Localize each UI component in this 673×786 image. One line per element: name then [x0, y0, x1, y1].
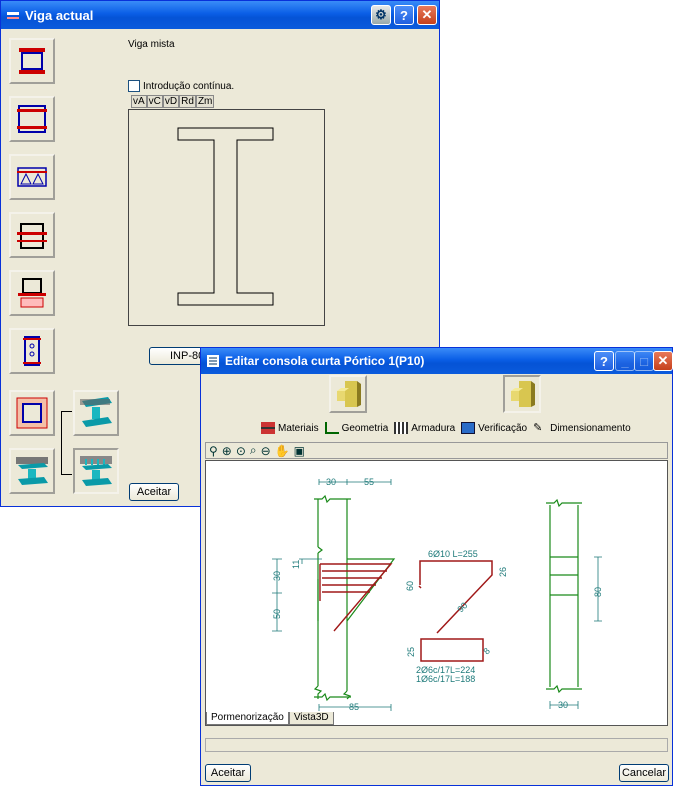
- corbel-detail-drawing: 30 55 11 30 50 85 6Ø10 L=255 26 60 90 25…: [272, 477, 603, 712]
- reinforcement-icon: [394, 422, 409, 434]
- box-section-icon: [17, 105, 47, 133]
- dim-30-left: 30: [272, 571, 282, 581]
- tab-va[interactable]: vA: [131, 95, 147, 108]
- zoom-out-icon[interactable]: ⊖: [261, 444, 271, 458]
- steel-beam-3-button[interactable]: [73, 448, 119, 494]
- tab-pormenorizacao[interactable]: Pormenorização: [206, 712, 289, 725]
- materials-icon: [261, 422, 275, 434]
- view-tabs: Pormenorização Vista3D: [206, 712, 334, 725]
- section-tabs: vA vC vD Rd Zm: [131, 95, 215, 108]
- reinforcement-tool[interactable]: Armadura: [394, 422, 455, 434]
- bracket-connector: [61, 411, 72, 475]
- column-section-icon: [23, 336, 41, 366]
- rect-section-icon: [19, 48, 45, 74]
- toolbar: Materiais Geometria Armadura Verificação…: [261, 422, 637, 434]
- tab-vc[interactable]: vC: [146, 95, 163, 108]
- accept-button-2[interactable]: Aceitar: [205, 764, 251, 782]
- bar-26: 26: [498, 567, 508, 577]
- design-tool[interactable]: ✎ Dimensionamento: [533, 422, 631, 434]
- left-dims: [272, 479, 392, 711]
- pencil-icon: ✎: [533, 422, 543, 434]
- beam-subtitle: Viga mista: [128, 39, 175, 50]
- i-beam-drawing: [177, 127, 274, 306]
- bar-schedule: [418, 560, 493, 662]
- right-dims: [549, 556, 602, 709]
- zoom-all-icon[interactable]: ⊕: [222, 444, 232, 458]
- steel-beam-1-button[interactable]: [73, 390, 119, 436]
- close-button-2[interactable]: ✕: [653, 351, 673, 371]
- checkbox-box[interactable]: [128, 80, 140, 92]
- tab-zm[interactable]: Zm: [195, 95, 215, 108]
- studded-beam-icon: [80, 456, 112, 486]
- masonry-section-icon: [18, 278, 46, 308]
- drawing-area[interactable]: 30 55 11 30 50 85 6Ø10 L=255 26 60 90 25…: [205, 460, 668, 726]
- geometry-icon: [324, 422, 339, 434]
- corbel-3d-icon: [337, 381, 361, 407]
- zoom-toolbar: ⚲ ⊕ ⊙ ⌕ ⊖ ✋ ▣: [205, 442, 668, 459]
- editor-app-icon: [207, 355, 219, 367]
- steel-beam-2-button[interactable]: [9, 448, 55, 494]
- window-title: Viga actual: [25, 7, 94, 23]
- consola-curta-window: Editar consola curta Pórtico 1(P10) ? _ …: [200, 347, 673, 786]
- right-column: [546, 498, 582, 694]
- corbel-3d-alt-icon: [511, 381, 535, 407]
- stirrup-2-label: 1Ø6c/17L=188: [416, 674, 475, 684]
- beam-app-icon: [7, 12, 19, 19]
- minimize-button[interactable]: _: [615, 351, 635, 371]
- dim-30-right: 30: [558, 700, 568, 710]
- tab-vd[interactable]: vD: [162, 95, 180, 108]
- slab-section-icon: [17, 223, 47, 249]
- beam-type-7-button[interactable]: [9, 390, 55, 436]
- dim-50: 50: [272, 609, 282, 619]
- context-help-icon[interactable]: ⚙: [371, 5, 391, 25]
- bar-60: 60: [405, 581, 415, 591]
- bar-main-label: 6Ø10 L=255: [428, 549, 478, 559]
- status-bar: [205, 738, 668, 752]
- beam-type-3-button[interactable]: [9, 154, 55, 200]
- corbel-view-1-button[interactable]: [329, 375, 367, 413]
- triangle-section-icon: [17, 167, 47, 187]
- zoom-previous-icon[interactable]: ⌕: [250, 443, 257, 458]
- tab-rd[interactable]: Rd: [179, 95, 196, 108]
- beam-type-5-button[interactable]: [9, 270, 55, 316]
- zoom-window-icon[interactable]: ⚲: [209, 444, 218, 458]
- dim-80: 80: [593, 587, 603, 597]
- tab-vista3d[interactable]: Vista3D: [288, 712, 334, 725]
- window-title-2: Editar consola curta Pórtico 1(P10): [225, 354, 425, 368]
- dim-55: 55: [364, 477, 374, 487]
- dim-85: 85: [349, 702, 359, 712]
- beam-type-6-button[interactable]: [9, 328, 55, 374]
- corbel-rebars: [319, 563, 393, 632]
- beam-type-4-button[interactable]: [9, 212, 55, 258]
- section-preview: [128, 109, 325, 326]
- dim-11: 11: [291, 560, 301, 569]
- composite-beam-icon: [16, 457, 48, 485]
- verification-icon: [461, 422, 476, 434]
- corbel-view-2-button[interactable]: [503, 375, 541, 413]
- zoom-in-icon[interactable]: ⊙: [236, 444, 246, 458]
- accept-button[interactable]: Aceitar: [129, 483, 179, 501]
- help-button-2[interactable]: ?: [594, 351, 614, 371]
- maximize-button[interactable]: □: [634, 351, 654, 371]
- cancel-button[interactable]: Cancelar: [619, 764, 669, 782]
- geometry-tool[interactable]: Geometria: [324, 422, 388, 434]
- steel-beam-icon: [80, 397, 112, 427]
- embedded-section-icon: [16, 397, 48, 429]
- pan-hand-icon[interactable]: ✋: [275, 444, 290, 458]
- beam-type-1-button[interactable]: [9, 38, 55, 84]
- help-button[interactable]: ?: [394, 5, 414, 25]
- beam-type-2-button[interactable]: [9, 96, 55, 142]
- bar-25: 25: [406, 647, 416, 657]
- materials-tool[interactable]: Materiais: [261, 422, 319, 434]
- continuous-checkbox[interactable]: Introdução contínua.: [128, 80, 234, 92]
- print-icon[interactable]: ▣: [294, 444, 305, 458]
- dim-30-top: 30: [326, 477, 336, 487]
- verification-tool[interactable]: Verificação: [461, 422, 527, 434]
- checkbox-label: Introdução contínua.: [143, 80, 235, 92]
- close-button[interactable]: ✕: [417, 5, 437, 25]
